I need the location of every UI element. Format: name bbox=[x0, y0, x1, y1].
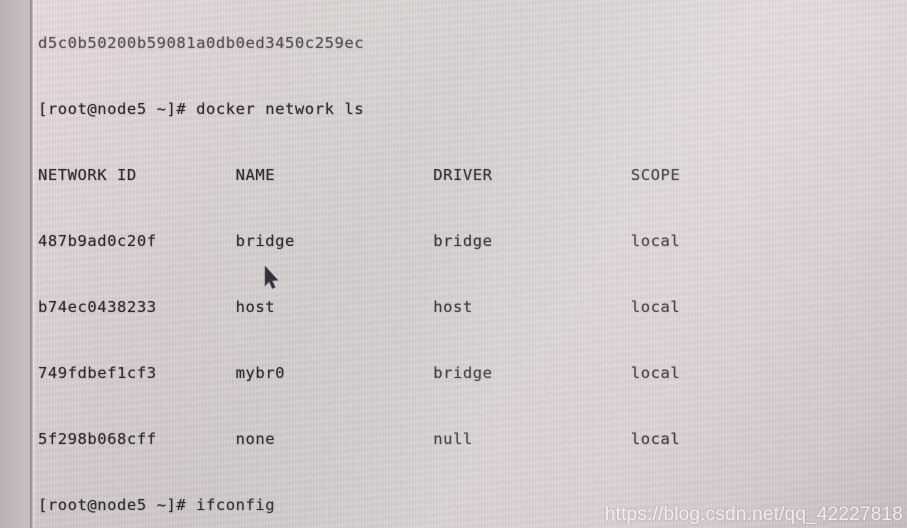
screen-surface bbox=[0, 0, 907, 528]
terminal-screenshot-photo: d5c0b50200b59081a0db0ed3450c259ec [root@… bbox=[0, 0, 907, 528]
monitor-bezel-highlight bbox=[33, 0, 35, 528]
monitor-bezel-left bbox=[0, 0, 30, 528]
